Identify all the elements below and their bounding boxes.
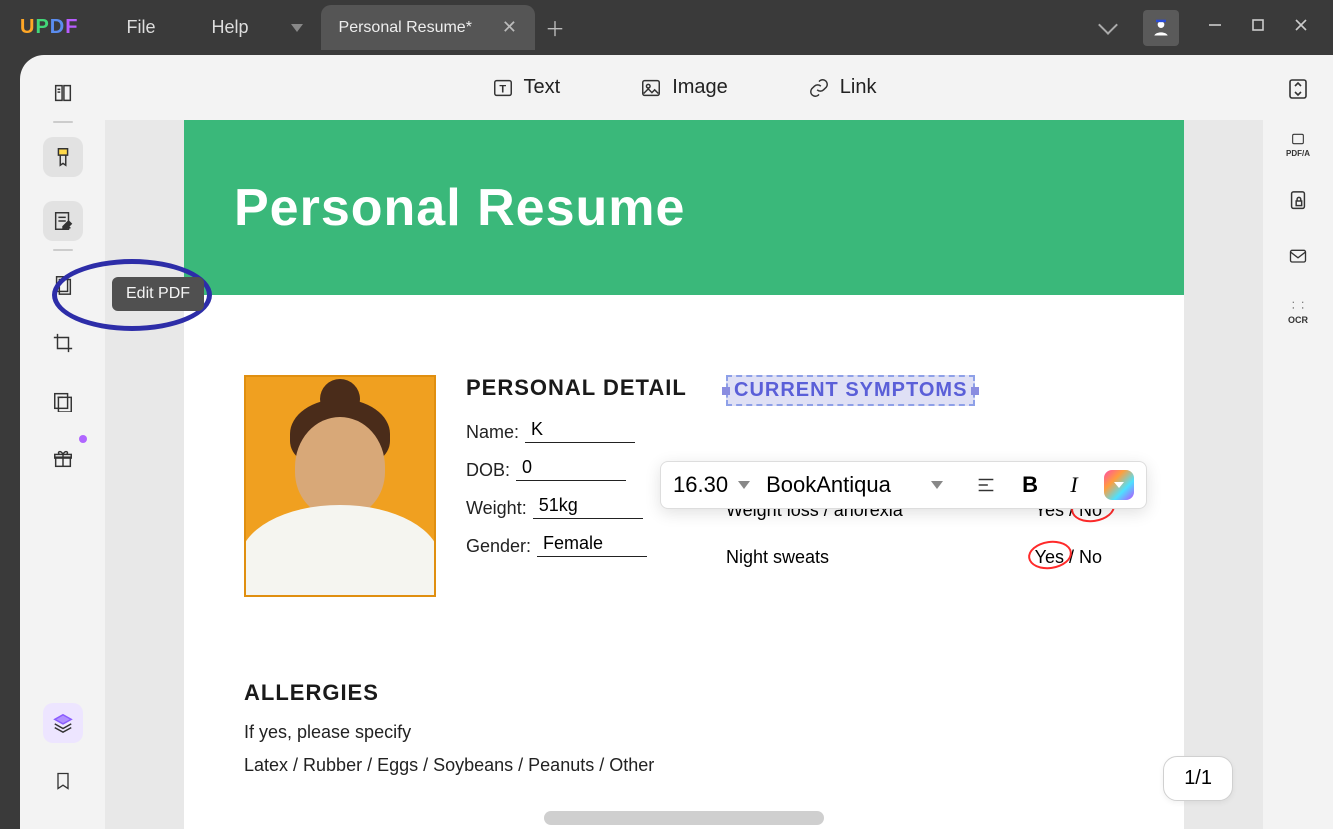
- horizontal-scrollbar[interactable]: [544, 811, 824, 825]
- dob-label: DOB:: [466, 460, 510, 481]
- right-sidebar: PDF/A OCR: [1263, 55, 1333, 829]
- left-sidebar: [20, 55, 105, 829]
- account-avatar[interactable]: [1143, 10, 1179, 46]
- tool-image-label: Image: [672, 76, 728, 99]
- allergies-line1: If yes, please specify: [244, 722, 1124, 743]
- yes-no-2: Yes / No: [1031, 545, 1106, 570]
- crop-tool-button[interactable]: [43, 323, 83, 363]
- tab-area: Personal Resume* ✕ ＋: [277, 0, 576, 55]
- selection-handle-right[interactable]: [971, 387, 979, 395]
- titlebar: UPDF File Help Personal Resume* ✕ ＋: [0, 0, 1333, 55]
- convert-button[interactable]: [1282, 73, 1314, 105]
- font-family-dropdown[interactable]: BookAntiqua: [766, 472, 956, 498]
- tabs-overflow-icon[interactable]: [1101, 24, 1115, 32]
- gender-label: Gender:: [466, 536, 531, 557]
- client-area: Edit PDF T Text Image Link Personal Resu…: [20, 55, 1333, 829]
- tab-close-icon[interactable]: ✕: [502, 17, 517, 38]
- tab-list-dropdown[interactable]: [277, 8, 317, 48]
- comment-tool-button[interactable]: [43, 137, 83, 177]
- reader-mode-button[interactable]: [43, 73, 83, 113]
- add-image-tool[interactable]: Image: [640, 76, 728, 99]
- gift-button[interactable]: [43, 439, 83, 479]
- add-link-tool[interactable]: Link: [808, 76, 877, 99]
- page-header-banner: Personal Resume: [184, 120, 1184, 295]
- window-maximize-icon[interactable]: [1251, 18, 1265, 37]
- sidebar-separator: [53, 121, 73, 123]
- new-tab-button[interactable]: ＋: [535, 8, 575, 48]
- dropdown-icon: [738, 481, 750, 489]
- dob-value[interactable]: 0: [516, 457, 626, 481]
- window-minimize-icon[interactable]: [1207, 17, 1223, 38]
- pdfa-button[interactable]: PDF/A: [1282, 129, 1314, 161]
- weight-label: Weight:: [466, 498, 527, 519]
- align-button[interactable]: [972, 471, 1000, 499]
- redact-tool-button[interactable]: [43, 381, 83, 421]
- app-logo: UPDF: [0, 16, 98, 39]
- italic-button[interactable]: I: [1060, 471, 1088, 499]
- document-title: Personal Resume: [234, 178, 685, 238]
- share-button[interactable]: [1282, 241, 1314, 273]
- page-indicator[interactable]: 1/1: [1163, 756, 1233, 801]
- dropdown-icon: [931, 481, 943, 489]
- personal-detail-heading: PERSONAL DETAIL: [466, 375, 696, 401]
- selection-handle-left[interactable]: [722, 387, 730, 395]
- document-tab[interactable]: Personal Resume* ✕: [321, 5, 536, 50]
- bookmark-button[interactable]: [43, 761, 83, 801]
- symptom-night-sweats: Night sweats: [726, 547, 829, 568]
- protect-button[interactable]: [1282, 185, 1314, 217]
- add-text-tool[interactable]: T Text: [492, 76, 561, 99]
- notification-dot-icon: [79, 435, 87, 443]
- font-family-value: BookAntiqua: [766, 472, 891, 498]
- profile-photo: [244, 375, 436, 597]
- sidebar-separator: [53, 249, 73, 251]
- font-color-picker[interactable]: [1104, 470, 1134, 500]
- svg-text:T: T: [499, 83, 506, 95]
- edit-pdf-button[interactable]: [43, 201, 83, 241]
- font-size-value: 16.30: [673, 472, 728, 498]
- content-area: T Text Image Link Personal Resume: [105, 55, 1263, 829]
- organize-pages-button[interactable]: [43, 265, 83, 305]
- font-size-dropdown[interactable]: 16.30: [673, 472, 750, 498]
- gender-value[interactable]: Female: [537, 533, 647, 557]
- tab-title: Personal Resume*: [339, 19, 472, 37]
- text-format-toolbar[interactable]: 16.30 BookAntiqua B I: [660, 461, 1147, 509]
- layers-button[interactable]: [43, 703, 83, 743]
- tool-text-label: Text: [524, 76, 561, 99]
- allergies-section: ALLERGIES If yes, please specify Latex /…: [244, 680, 1124, 788]
- name-label: Name:: [466, 422, 519, 443]
- menu-help[interactable]: Help: [183, 17, 276, 38]
- edit-pdf-tooltip: Edit PDF: [112, 277, 204, 311]
- tool-link-label: Link: [840, 76, 877, 99]
- selected-text-box[interactable]: CURRENT SYMPTOMS: [726, 375, 975, 406]
- window-close-icon[interactable]: [1293, 17, 1309, 38]
- bold-button[interactable]: B: [1016, 471, 1044, 499]
- window-controls: [1101, 10, 1333, 46]
- name-value[interactable]: K: [525, 419, 635, 443]
- menu-file[interactable]: File: [98, 17, 183, 38]
- allergies-heading: ALLERGIES: [244, 680, 1124, 706]
- edit-toolbar: T Text Image Link: [105, 55, 1263, 120]
- symptoms-heading: CURRENT SYMPTOMS: [734, 379, 967, 401]
- dropdown-icon: [1114, 482, 1124, 488]
- allergies-line2: Latex / Rubber / Eggs / Soybeans / Peanu…: [244, 755, 1124, 776]
- ocr-button[interactable]: OCR: [1282, 297, 1314, 329]
- weight-value[interactable]: 51kg: [533, 495, 643, 519]
